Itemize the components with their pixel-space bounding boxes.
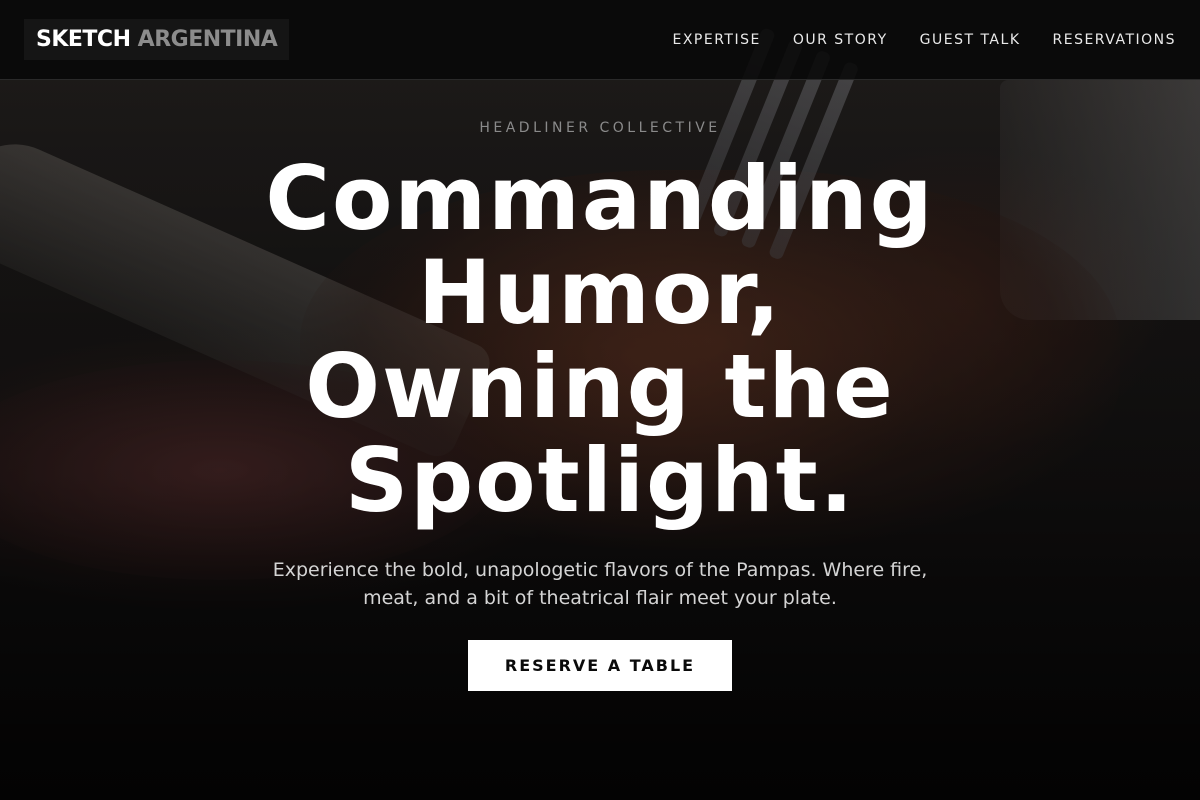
brand-logo[interactable]: SKETCH ARGENTINA [24, 19, 290, 60]
hero-eyebrow: HEADLINER COLLECTIVE [479, 120, 721, 136]
reserve-table-button[interactable]: RESERVE A TABLE [468, 640, 732, 691]
navbar: SKETCH ARGENTINA EXPERTISE OUR STORY GUE… [0, 0, 1200, 80]
nav-link-our-story[interactable]: OUR STORY [793, 32, 888, 48]
brand-name-secondary: ARGENTINA [137, 27, 278, 52]
hero-section: HEADLINER COLLECTIVE Commanding Humor, O… [0, 80, 1200, 800]
hero-headline: Commanding Humor, Owning the Spotlight. [265, 147, 935, 532]
nav-link-guest-talk[interactable]: GUEST TALK [920, 32, 1021, 48]
hero-subtext: Experience the bold, unapologetic flavor… [272, 559, 928, 609]
nav-link-expertise[interactable]: EXPERTISE [672, 32, 760, 48]
nav-links: EXPERTISE OUR STORY GUEST TALK RESERVATI… [672, 32, 1176, 48]
nav-link-reservations[interactable]: RESERVATIONS [1053, 32, 1177, 48]
brand-name-primary: SKETCH [36, 27, 131, 52]
